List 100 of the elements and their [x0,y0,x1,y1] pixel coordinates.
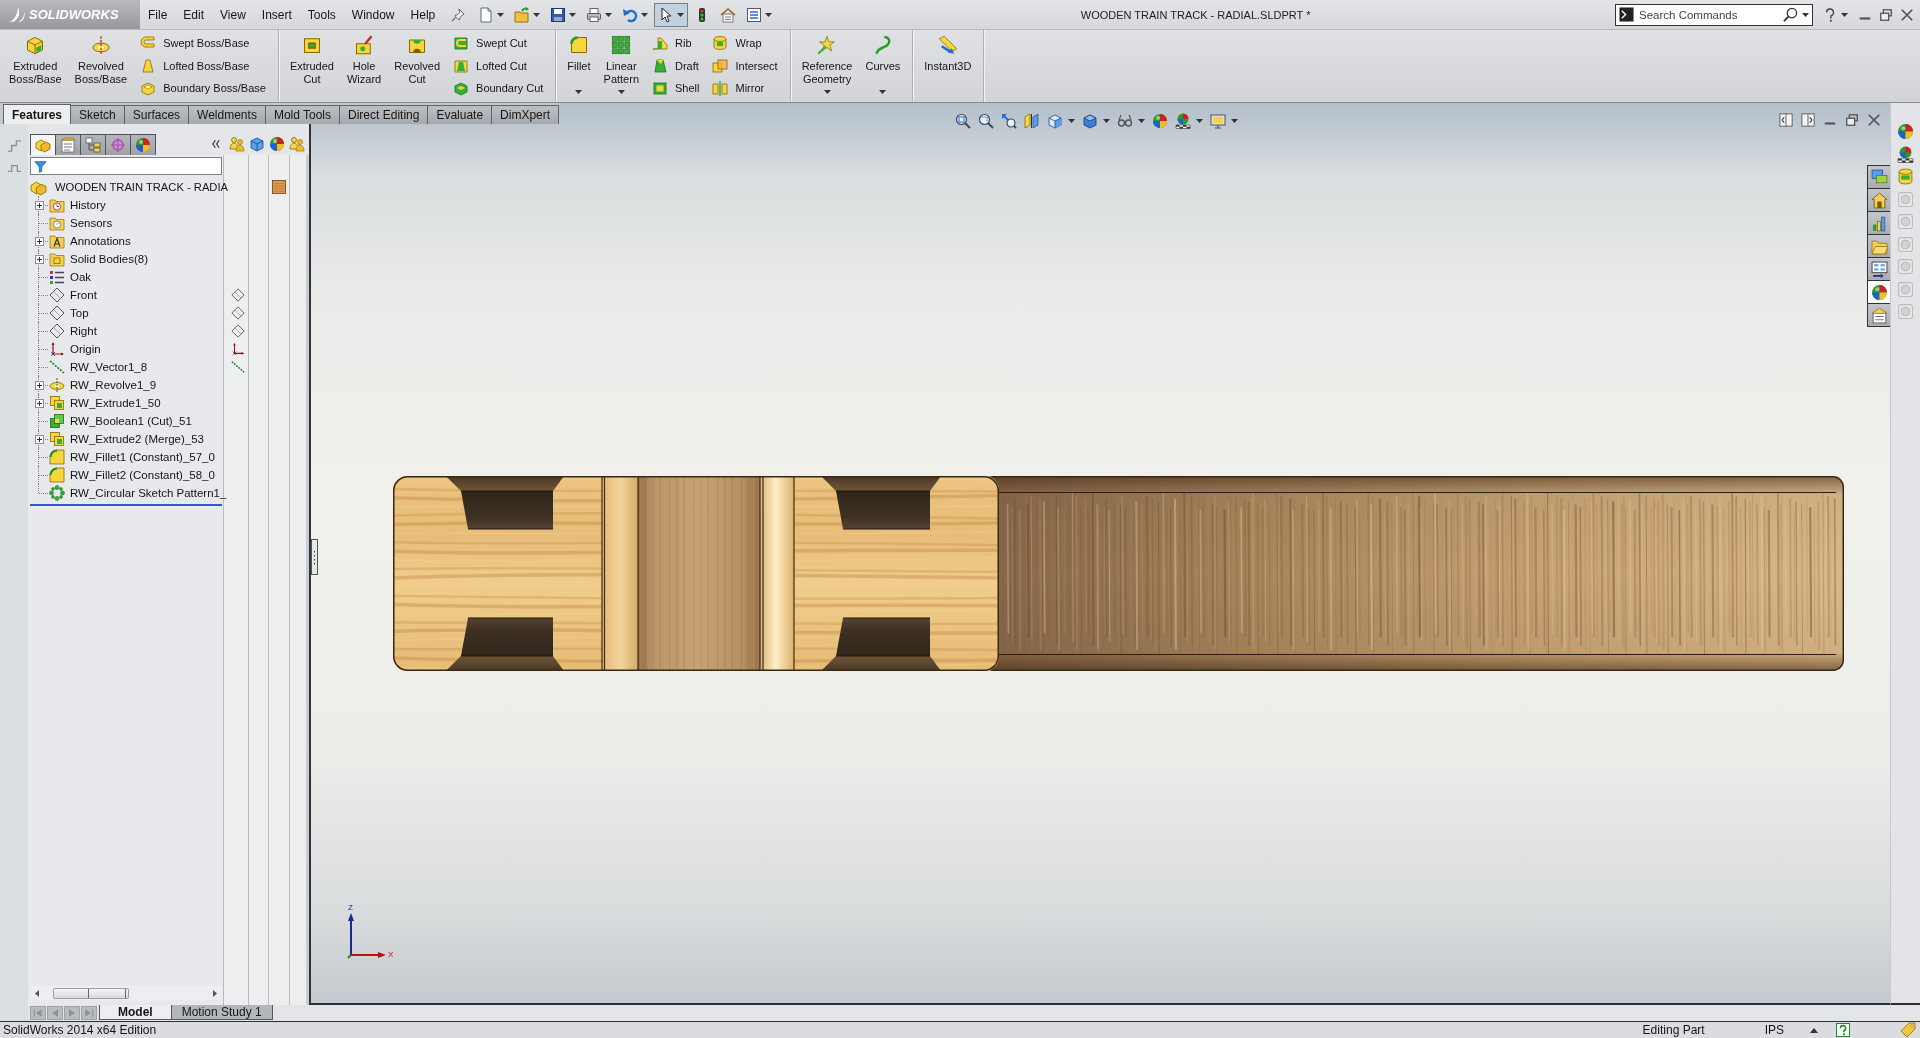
toolbar-button[interactable]: Revolved Boss/Base [71,30,131,101]
tree-item[interactable]: Origin [69,341,103,357]
restore-icon[interactable] [1845,113,1859,127]
help-button[interactable] [1823,7,1848,22]
help-icon[interactable] [1836,1023,1850,1037]
toolbar-button[interactable]: Extruded Cut [286,30,337,101]
tree-item[interactable]: Right [69,323,99,339]
scrollbar-thumb[interactable] [53,987,129,999]
tree-item[interactable]: RW_Extrude2 (Merge)_53 [69,431,206,447]
toolbar-button[interactable]: Boundary Boss/Base [137,77,269,100]
toolbar-button[interactable]: Linear Pattern [600,30,642,101]
search-field[interactable]: Search Commands [1615,3,1813,26]
tab[interactable]: Evaluate [427,105,493,124]
task-pane-tab[interactable] [1867,234,1890,258]
expand-icon[interactable] [34,254,44,264]
toolbar-button[interactable]: Revolved Cut [391,30,444,101]
panel-tab[interactable] [30,134,56,155]
panel-tab[interactable] [130,134,156,155]
caret-up-icon[interactable] [1810,1027,1818,1033]
task-pane-tab[interactable] [1867,280,1890,304]
task-pane-tab[interactable] [1867,303,1890,327]
tab[interactable]: Motion Study 1 [170,1005,273,1020]
pushpin-icon[interactable] [451,7,466,22]
tree-item[interactable]: RW_Fillet2 (Constant)_58_0 [69,467,217,483]
toolbar-button[interactable]: Swept Cut [450,32,547,55]
tree-item[interactable]: RW_Vector1_8 [69,359,150,375]
tile-left-icon[interactable] [1779,113,1793,127]
splitter-handle[interactable] [311,539,318,575]
tree-item[interactable]: History [69,197,108,213]
toolbar-button[interactable]: Lofted Cut [450,54,547,77]
task-pane-tab[interactable] [1867,165,1890,189]
plane-icon[interactable] [231,324,245,338]
expand-icon[interactable] [34,434,44,444]
toolbar-button[interactable]: Extruded Boss/Base [6,30,65,101]
expand-icon[interactable] [34,398,44,408]
plane-icon[interactable] [231,288,245,302]
toolbar-button[interactable]: Reference Geometry [798,30,856,101]
menu-item[interactable]: View [212,3,254,26]
ball-on-checker-icon[interactable] [1897,145,1914,163]
close-icon[interactable] [1900,7,1914,22]
toolbar-button[interactable]: Draft [649,54,703,77]
restore-icon[interactable] [1879,7,1893,22]
task-pane-tab[interactable] [1867,257,1890,281]
toolbar-button[interactable]: Boundary Cut [450,77,547,100]
tree-item[interactable]: RW_Boolean1 (Cut)_51 [69,413,194,429]
menu-item[interactable]: Help [402,3,444,26]
tab[interactable]: Surfaces [123,105,190,124]
tab[interactable]: DimXpert [491,105,560,124]
toolbar-button[interactable]: Shell [649,77,703,100]
scroll-right-icon[interactable] [211,988,219,998]
menu-item[interactable]: Window [343,3,403,26]
expand-icon[interactable] [34,236,44,246]
toolbar-button[interactable]: Rib [649,32,703,55]
toolbar-button[interactable]: Intersect [709,54,781,77]
double-chevron-left-icon[interactable] [211,138,221,150]
filter-field[interactable] [30,157,222,175]
toolbar-button[interactable]: Mirror [709,77,781,100]
menu-item[interactable]: File [140,3,176,26]
menu-item[interactable]: Tools [299,3,344,26]
dashed-line-icon[interactable] [231,360,245,374]
tab[interactable]: Direct Editing [339,105,429,124]
cube-icon[interactable] [249,136,265,152]
tree-item[interactable]: Front [69,287,99,303]
tab[interactable]: Sketch [70,105,125,124]
toolbar-button[interactable]: Lofted Boss/Base [137,54,269,77]
tree-item[interactable]: Top [69,305,91,321]
origin-axes-icon[interactable] [231,342,245,356]
panel-tab[interactable] [55,134,81,155]
cylinder-icon[interactable] [1897,168,1914,185]
toolbar-button[interactable]: Instant3D [921,30,975,101]
tree-item[interactable]: Oak [69,269,94,285]
close-icon[interactable] [1867,113,1881,127]
panel-tab[interactable] [80,134,106,155]
tile-right-icon[interactable] [1801,113,1815,127]
tree-item[interactable]: RW_Extrude1_50 [69,395,163,411]
toolbar-button[interactable]: Swept Boss/Base [137,32,269,55]
toolbar-button[interactable]: Curves [862,30,904,101]
plane-icon[interactable] [231,306,245,320]
toolbar-button[interactable] [654,2,689,27]
task-pane-tab[interactable] [1867,188,1890,212]
expand-icon[interactable] [34,380,44,390]
search-icon[interactable] [1783,7,1798,22]
tab[interactable]: Features [3,104,72,124]
units-label[interactable]: IPS [1764,1023,1784,1037]
tab[interactable]: Model [99,1005,172,1020]
menu-item[interactable]: Edit [175,3,213,26]
color-ball-icon[interactable] [269,136,285,152]
color-ball-icon[interactable] [1897,123,1914,140]
tab[interactable]: Weldments [188,105,266,124]
toolbar-button[interactable] [1172,112,1206,130]
tree-item[interactable]: Sensors [69,215,115,231]
toolbar-button[interactable]: Wrap [709,32,781,55]
scroll-left-icon[interactable] [33,988,41,998]
tree-item[interactable]: RW_Circular Sketch Pattern1_ [69,485,229,501]
expand-icon[interactable] [34,200,44,210]
caret-icon[interactable] [1802,12,1809,17]
tree-item[interactable]: Solid Bodies(8) [69,251,150,267]
tag-icon[interactable] [1900,1022,1916,1038]
menu-item[interactable]: Insert [253,3,300,26]
panel-tab[interactable] [105,134,131,155]
